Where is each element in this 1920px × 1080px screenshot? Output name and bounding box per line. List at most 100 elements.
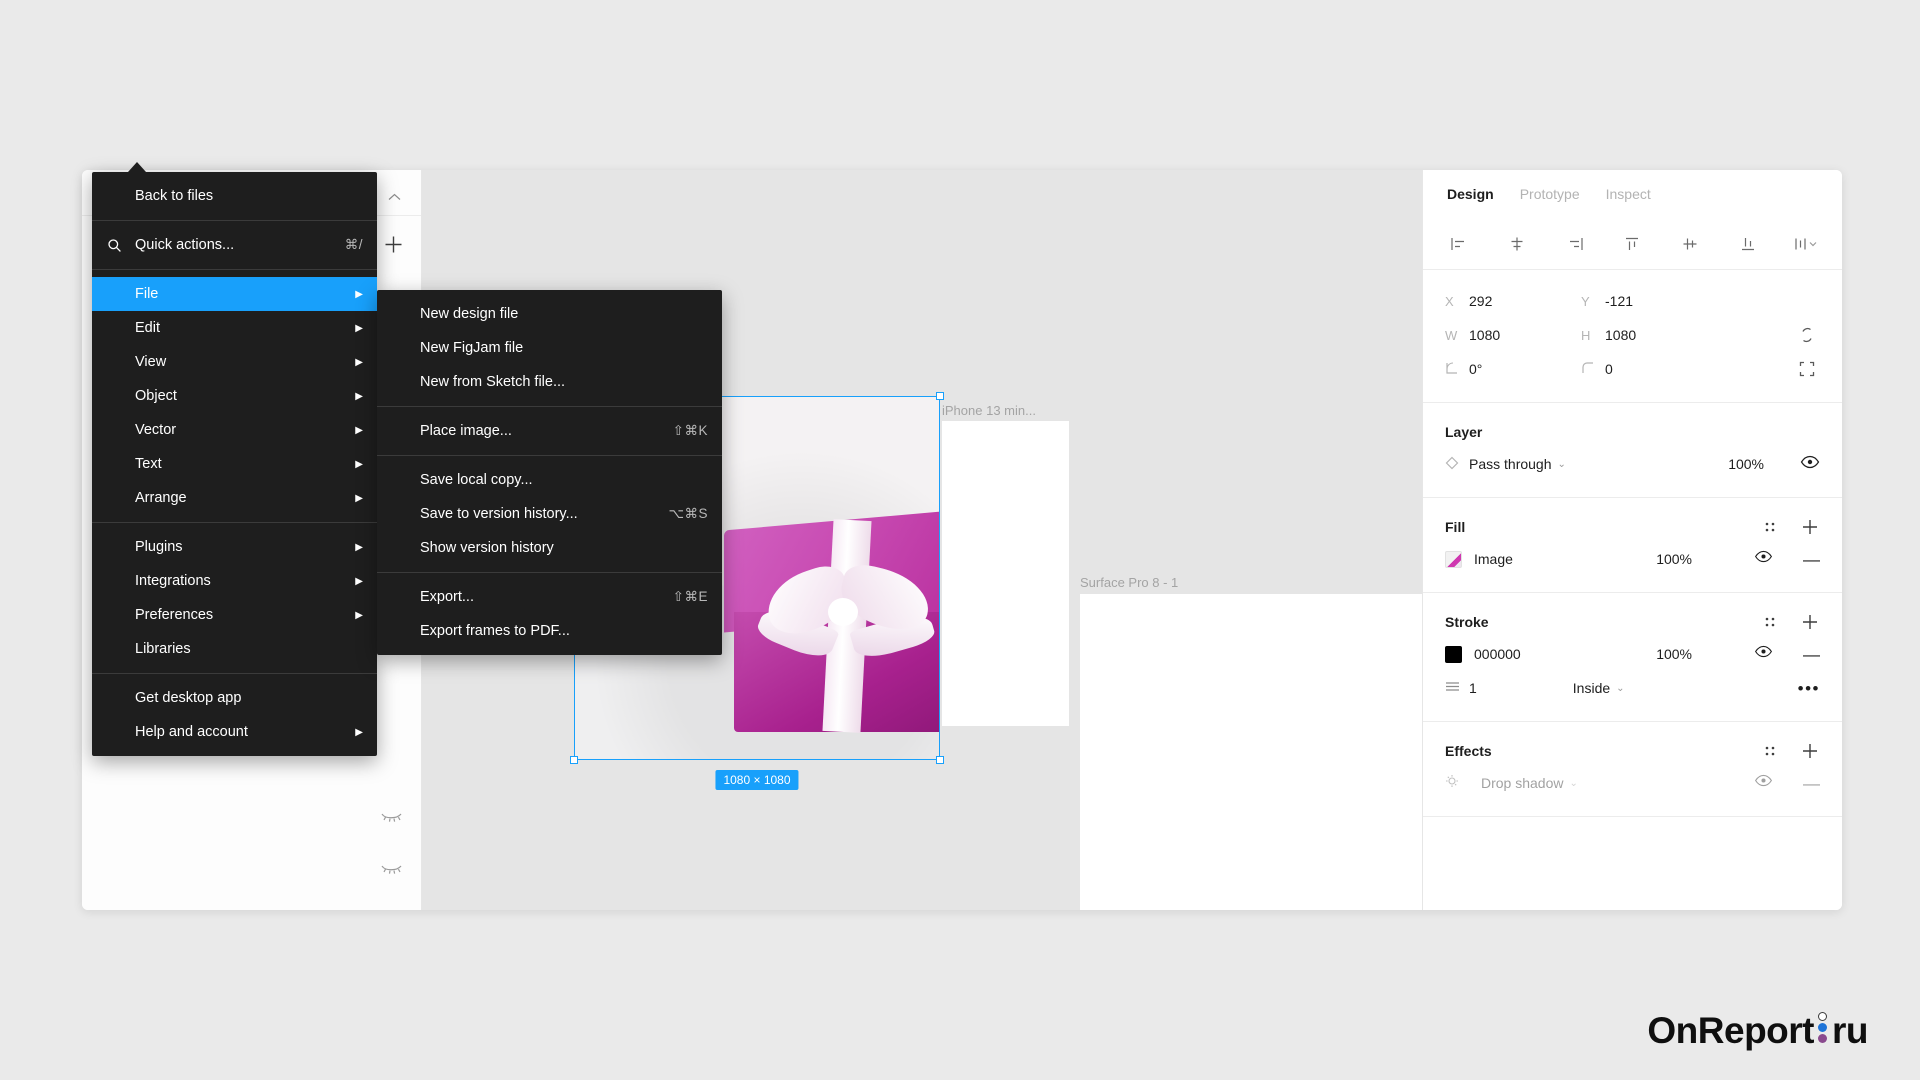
menu-item-object[interactable]: Object ▶ xyxy=(92,379,377,413)
menu-item-shortcut: ⇧⌘E xyxy=(673,589,708,605)
remove-stroke-button[interactable]: — xyxy=(1803,646,1820,663)
menu-item-place-image[interactable]: Place image... ⇧⌘K xyxy=(377,414,722,448)
add-effect-button[interactable] xyxy=(1800,741,1820,761)
chevron-down-icon[interactable]: ⌄ xyxy=(1570,778,1578,789)
menu-item-edit[interactable]: Edit ▶ xyxy=(92,311,377,345)
stroke-opacity-value[interactable]: 100% xyxy=(1656,646,1754,662)
add-fill-button[interactable] xyxy=(1800,517,1820,537)
menu-item-new-design-file[interactable]: New design file xyxy=(377,297,722,331)
menu-item-new-figjam-file[interactable]: New FigJam file xyxy=(377,331,722,365)
right-properties-panel: Design Prototype Inspect xyxy=(1422,170,1842,910)
independent-corners-icon[interactable] xyxy=(1794,356,1820,382)
constrain-proportions-icon[interactable] xyxy=(1794,322,1820,348)
menu-item-show-version-history[interactable]: Show version history xyxy=(377,531,722,565)
width-field[interactable]: W 1080 xyxy=(1445,327,1581,343)
stroke-color-swatch[interactable] xyxy=(1445,646,1462,663)
menu-item-label: Integrations xyxy=(135,573,211,589)
stroke-advanced-options-button[interactable]: ••• xyxy=(1798,680,1820,697)
blend-mode-value[interactable]: Pass through xyxy=(1469,456,1552,472)
menu-item-quick-actions[interactable]: Quick actions... ⌘/ xyxy=(92,228,377,262)
fill-opacity-value[interactable]: 100% xyxy=(1656,551,1754,567)
watermark-dot-middle xyxy=(1818,1023,1827,1032)
eye-icon[interactable] xyxy=(1800,455,1820,474)
menu-item-preferences[interactable]: Preferences ▶ xyxy=(92,598,377,632)
menu-item-export[interactable]: Export... ⇧⌘E xyxy=(377,580,722,614)
frame-label-iphone[interactable]: iPhone 13 min... xyxy=(942,403,1060,418)
stroke-weight-value[interactable]: 1 xyxy=(1469,680,1477,696)
distribute-more-icon[interactable] xyxy=(1792,231,1820,257)
position-row: X 292 Y -121 xyxy=(1445,284,1820,318)
fill-image-thumbnail[interactable] xyxy=(1445,551,1462,568)
frame-label-surface-pro[interactable]: Surface Pro 8 - 1 xyxy=(1080,575,1178,590)
add-stroke-button[interactable] xyxy=(1800,612,1820,632)
stroke-section-title: Stroke xyxy=(1445,614,1489,630)
stroke-align-value[interactable]: Inside xyxy=(1573,680,1610,696)
search-icon xyxy=(106,237,122,253)
layer-opacity-value[interactable]: 100% xyxy=(1728,456,1800,472)
drop-shadow-icon xyxy=(1445,774,1469,792)
align-left-icon[interactable] xyxy=(1445,231,1473,257)
stroke-color-hex[interactable]: 000000 xyxy=(1474,646,1521,662)
tab-prototype[interactable]: Prototype xyxy=(1520,186,1580,202)
effect-item-label[interactable]: Drop shadow xyxy=(1481,775,1564,791)
chevron-down-icon[interactable]: ⌄ xyxy=(1558,459,1566,470)
menu-item-integrations[interactable]: Integrations ▶ xyxy=(92,564,377,598)
closed-eye-icon xyxy=(379,862,405,876)
align-vertical-center-icon[interactable] xyxy=(1676,231,1704,257)
menu-item-libraries[interactable]: Libraries xyxy=(92,632,377,666)
menu-item-new-from-sketch-file[interactable]: New from Sketch file... xyxy=(377,365,722,399)
fill-item-label[interactable]: Image xyxy=(1474,551,1513,567)
y-value: -121 xyxy=(1605,293,1633,309)
menu-separator xyxy=(92,269,377,270)
align-right-icon[interactable] xyxy=(1561,231,1589,257)
y-field[interactable]: Y -121 xyxy=(1581,293,1717,309)
menu-item-shortcut: ⌘/ xyxy=(345,237,363,253)
height-field[interactable]: H 1080 xyxy=(1581,327,1717,343)
x-field[interactable]: X 292 xyxy=(1445,293,1581,309)
menu-item-view[interactable]: View ▶ xyxy=(92,345,377,379)
menu-item-get-desktop-app[interactable]: Get desktop app xyxy=(92,681,377,715)
chevron-up-icon[interactable] xyxy=(388,191,401,204)
menu-separator xyxy=(377,406,722,407)
y-label: Y xyxy=(1581,294,1605,309)
stroke-styles-icon[interactable] xyxy=(1760,612,1780,632)
menu-item-text[interactable]: Text ▶ xyxy=(92,447,377,481)
menu-item-label: New design file xyxy=(420,306,518,322)
remove-effect-button[interactable]: — xyxy=(1803,775,1820,792)
transform-section: X 292 Y -121 W 1080 H 1080 xyxy=(1423,270,1842,403)
menu-item-label: Save local copy... xyxy=(420,472,533,488)
tab-design[interactable]: Design xyxy=(1447,186,1494,202)
chevron-down-icon[interactable]: ⌄ xyxy=(1616,683,1624,694)
h-value: 1080 xyxy=(1605,327,1636,343)
menu-item-arrange[interactable]: Arrange ▶ xyxy=(92,481,377,515)
menu-item-save-to-version-history[interactable]: Save to version history... ⌥⌘S xyxy=(377,497,722,531)
menu-item-label: Export frames to PDF... xyxy=(420,623,570,639)
chevron-right-icon: ▶ xyxy=(355,459,363,470)
menu-item-plugins[interactable]: Plugins ▶ xyxy=(92,530,377,564)
eye-icon[interactable] xyxy=(1754,550,1803,568)
effect-styles-icon[interactable] xyxy=(1760,741,1780,761)
menu-item-back-to-files[interactable]: Back to files xyxy=(92,179,377,213)
add-page-button[interactable] xyxy=(377,228,409,260)
align-horizontal-center-icon[interactable] xyxy=(1503,231,1531,257)
menu-item-label: Plugins xyxy=(135,539,183,555)
menu-item-file[interactable]: File ▶ xyxy=(92,277,377,311)
menu-item-export-frames-to-pdf[interactable]: Export frames to PDF... xyxy=(377,614,722,648)
eye-icon[interactable] xyxy=(1754,774,1803,792)
effects-section-header: Effects xyxy=(1445,736,1820,766)
align-top-icon[interactable] xyxy=(1618,231,1646,257)
tab-inspect[interactable]: Inspect xyxy=(1606,186,1651,202)
menu-item-label: File xyxy=(135,286,158,302)
corner-radius-field[interactable]: 0 xyxy=(1581,361,1717,378)
remove-fill-button[interactable]: — xyxy=(1803,551,1820,568)
closed-eye-icon xyxy=(379,810,405,824)
rotation-field[interactable]: 0° xyxy=(1445,361,1581,378)
menu-separator xyxy=(92,673,377,674)
fill-styles-icon[interactable] xyxy=(1760,517,1780,537)
menu-item-help-and-account[interactable]: Help and account ▶ xyxy=(92,715,377,749)
menu-item-save-local-copy[interactable]: Save local copy... xyxy=(377,463,722,497)
eye-icon[interactable] xyxy=(1754,645,1803,663)
frame-iphone[interactable] xyxy=(942,421,1069,726)
align-bottom-icon[interactable] xyxy=(1734,231,1762,257)
menu-item-vector[interactable]: Vector ▶ xyxy=(92,413,377,447)
